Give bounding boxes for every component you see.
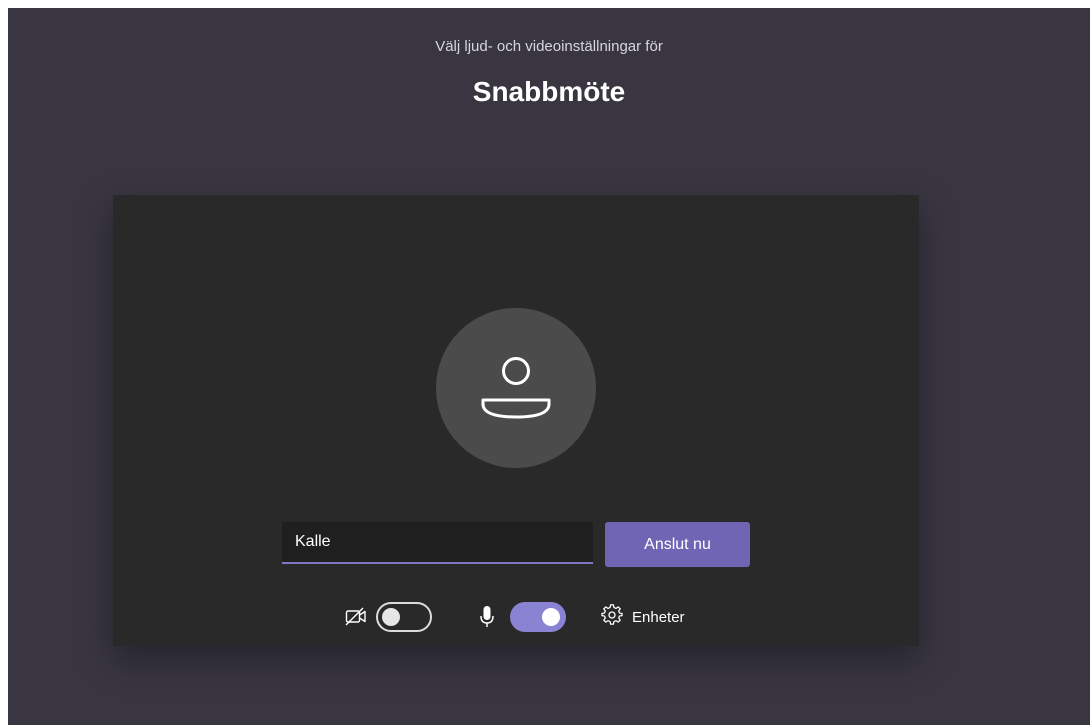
- microphone-icon: [477, 604, 497, 635]
- devices-label: Enheter: [632, 608, 685, 626]
- camera-off-icon: [344, 604, 368, 633]
- gear-icon: [601, 603, 623, 631]
- video-preview-panel: Anslut nu: [113, 195, 919, 646]
- device-controls: Enheter: [113, 599, 919, 635]
- name-input[interactable]: [282, 522, 593, 564]
- camera-toggle-knob: [382, 608, 400, 626]
- join-now-button[interactable]: Anslut nu: [605, 522, 750, 567]
- microphone-toggle[interactable]: [510, 602, 566, 632]
- devices-button[interactable]: Enheter: [601, 603, 685, 631]
- camera-toggle[interactable]: [376, 602, 432, 632]
- prejoin-subtitle: Välj ljud- och videoinställningar för: [435, 38, 663, 55]
- microphone-toggle-knob: [542, 608, 560, 626]
- avatar: [436, 308, 596, 468]
- person-icon: [481, 357, 551, 419]
- meeting-title: Snabbmöte: [472, 76, 626, 107]
- meeting-prejoin-window: Välj ljud- och videoinställningar för Sn…: [8, 8, 1090, 725]
